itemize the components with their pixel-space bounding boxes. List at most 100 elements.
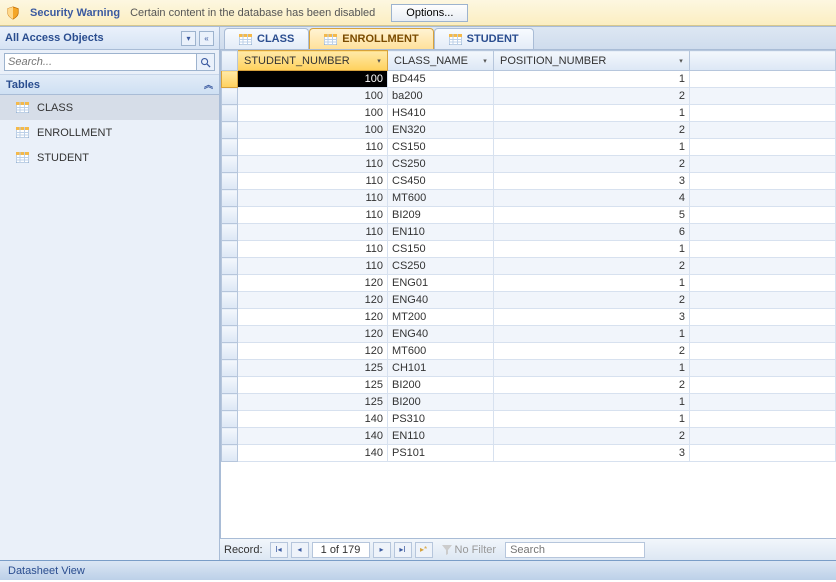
- cell-position-number[interactable]: 2: [494, 428, 690, 445]
- row-selector[interactable]: [222, 360, 238, 377]
- nav-item-enrollment[interactable]: ENROLLMENT: [0, 120, 219, 145]
- cell-class-name[interactable]: EN110: [388, 428, 494, 445]
- prev-record-button[interactable]: ◂: [291, 542, 309, 558]
- row-selector[interactable]: [222, 241, 238, 258]
- cell-student-number[interactable]: 140: [238, 411, 388, 428]
- row-selector[interactable]: [222, 173, 238, 190]
- cell-class-name[interactable]: HS410: [388, 105, 494, 122]
- row-selector[interactable]: [222, 122, 238, 139]
- cell-position-number[interactable]: 2: [494, 88, 690, 105]
- cell-student-number[interactable]: 125: [238, 394, 388, 411]
- cell-position-number[interactable]: 1: [494, 71, 690, 88]
- cell-class-name[interactable]: BI209: [388, 207, 494, 224]
- cell-student-number[interactable]: 120: [238, 292, 388, 309]
- new-record-button[interactable]: ▸*: [415, 542, 433, 558]
- cell-position-number[interactable]: 1: [494, 241, 690, 258]
- cell-position-number[interactable]: 1: [494, 105, 690, 122]
- cell-student-number[interactable]: 110: [238, 190, 388, 207]
- cell-student-number[interactable]: 110: [238, 139, 388, 156]
- row-selector[interactable]: [222, 377, 238, 394]
- column-dropdown-icon[interactable]: ▾: [374, 55, 384, 67]
- cell-class-name[interactable]: ENG01: [388, 275, 494, 292]
- cell-student-number[interactable]: 140: [238, 445, 388, 462]
- search-icon[interactable]: [197, 53, 215, 71]
- row-selector[interactable]: [222, 258, 238, 275]
- cell-student-number[interactable]: 120: [238, 309, 388, 326]
- cell-position-number[interactable]: 2: [494, 343, 690, 360]
- row-selector[interactable]: [222, 88, 238, 105]
- cell-position-number[interactable]: 1: [494, 326, 690, 343]
- cell-class-name[interactable]: CS150: [388, 139, 494, 156]
- column-dropdown-icon[interactable]: ▾: [676, 55, 686, 67]
- cell-class-name[interactable]: MT600: [388, 190, 494, 207]
- nav-dropdown-icon[interactable]: ▾: [181, 31, 196, 46]
- cell-student-number[interactable]: 110: [238, 258, 388, 275]
- nav-search-input[interactable]: [4, 53, 197, 71]
- tab-student[interactable]: STUDENT: [434, 28, 534, 49]
- nav-item-student[interactable]: STUDENT: [0, 145, 219, 170]
- row-selector[interactable]: [222, 105, 238, 122]
- nav-category-tables[interactable]: Tables ︽: [0, 75, 219, 95]
- record-position[interactable]: 1 of 179: [312, 542, 370, 558]
- record-search-input[interactable]: [505, 542, 645, 558]
- row-selector[interactable]: [222, 224, 238, 241]
- cell-class-name[interactable]: CS250: [388, 156, 494, 173]
- cell-student-number[interactable]: 100: [238, 71, 388, 88]
- row-selector[interactable]: [222, 292, 238, 309]
- cell-class-name[interactable]: ENG40: [388, 326, 494, 343]
- cell-position-number[interactable]: 2: [494, 122, 690, 139]
- cell-student-number[interactable]: 120: [238, 326, 388, 343]
- column-dropdown-icon[interactable]: ▾: [480, 55, 490, 67]
- row-selector[interactable]: [222, 71, 238, 88]
- cell-student-number[interactable]: 110: [238, 173, 388, 190]
- cell-position-number[interactable]: 2: [494, 156, 690, 173]
- cell-student-number[interactable]: 100: [238, 105, 388, 122]
- cell-student-number[interactable]: 110: [238, 207, 388, 224]
- cell-position-number[interactable]: 3: [494, 309, 690, 326]
- cell-position-number[interactable]: 3: [494, 173, 690, 190]
- cell-class-name[interactable]: PS101: [388, 445, 494, 462]
- first-record-button[interactable]: I◂: [270, 542, 288, 558]
- last-record-button[interactable]: ▸I: [394, 542, 412, 558]
- cell-class-name[interactable]: EN320: [388, 122, 494, 139]
- cell-position-number[interactable]: 3: [494, 445, 690, 462]
- cell-position-number[interactable]: 2: [494, 258, 690, 275]
- cell-position-number[interactable]: 5: [494, 207, 690, 224]
- cell-position-number[interactable]: 1: [494, 394, 690, 411]
- row-selector[interactable]: [222, 309, 238, 326]
- next-record-button[interactable]: ▸: [373, 542, 391, 558]
- cell-student-number[interactable]: 140: [238, 428, 388, 445]
- cell-class-name[interactable]: CS150: [388, 241, 494, 258]
- column-header-student_number[interactable]: STUDENT_NUMBER▾: [238, 51, 388, 71]
- row-selector[interactable]: [222, 445, 238, 462]
- cell-class-name[interactable]: BI200: [388, 377, 494, 394]
- row-selector[interactable]: [222, 411, 238, 428]
- row-selector[interactable]: [222, 428, 238, 445]
- cell-class-name[interactable]: ba200: [388, 88, 494, 105]
- row-selector[interactable]: [222, 275, 238, 292]
- cell-position-number[interactable]: 1: [494, 139, 690, 156]
- nav-item-class[interactable]: CLASS: [0, 95, 219, 120]
- security-options-button[interactable]: Options...: [391, 4, 468, 22]
- tab-class[interactable]: CLASS: [224, 28, 309, 49]
- select-all-cell[interactable]: [222, 51, 238, 71]
- row-selector[interactable]: [222, 139, 238, 156]
- column-header-class_name[interactable]: CLASS_NAME▾: [388, 51, 494, 71]
- cell-student-number[interactable]: 110: [238, 156, 388, 173]
- column-header-position_number[interactable]: POSITION_NUMBER▾: [494, 51, 690, 71]
- nav-collapse-icon[interactable]: «: [199, 31, 214, 46]
- cell-student-number[interactable]: 120: [238, 275, 388, 292]
- nav-caption[interactable]: All Access Objects: [5, 32, 178, 44]
- datasheet-grid[interactable]: STUDENT_NUMBER▾CLASS_NAME▾POSITION_NUMBE…: [220, 50, 836, 538]
- row-selector[interactable]: [222, 190, 238, 207]
- cell-class-name[interactable]: MT200: [388, 309, 494, 326]
- cell-position-number[interactable]: 1: [494, 411, 690, 428]
- row-selector[interactable]: [222, 394, 238, 411]
- cell-class-name[interactable]: BI200: [388, 394, 494, 411]
- cell-student-number[interactable]: 125: [238, 377, 388, 394]
- cell-class-name[interactable]: CS250: [388, 258, 494, 275]
- cell-class-name[interactable]: CH101: [388, 360, 494, 377]
- cell-student-number[interactable]: 120: [238, 343, 388, 360]
- cell-position-number[interactable]: 1: [494, 275, 690, 292]
- cell-student-number[interactable]: 100: [238, 88, 388, 105]
